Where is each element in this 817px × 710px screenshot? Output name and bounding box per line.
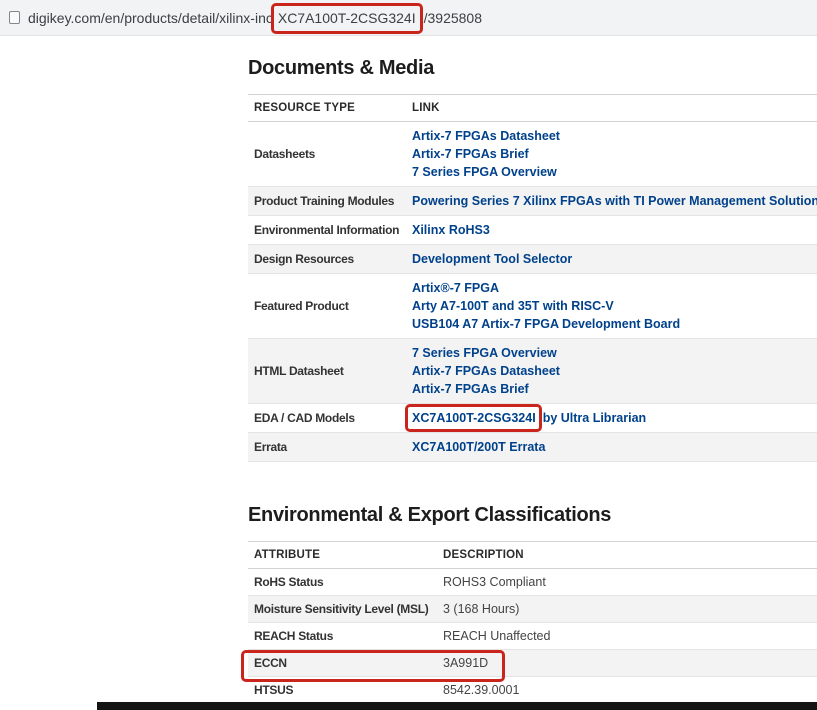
attribute-label: Moisture Sensitivity Level (MSL) bbox=[248, 596, 437, 622]
resource-type-label: HTML Datasheet bbox=[248, 358, 406, 384]
resource-type-label: EDA / CAD Models bbox=[248, 405, 406, 431]
eda-part-number: XC7A100T-2CSG324I bbox=[412, 411, 536, 425]
resource-type-label: Datasheets bbox=[248, 141, 406, 167]
link-artix7-fpga[interactable]: Artix®-7 FPGA bbox=[412, 280, 811, 296]
column-header-link: LINK bbox=[406, 95, 817, 121]
resource-type-label: Design Resources bbox=[248, 246, 406, 272]
link-eda-cad-model[interactable]: XC7A100T-2CSG324I by Ultra Librarian bbox=[412, 410, 811, 426]
page-content: Documents & Media RESOURCE TYPE LINK Dat… bbox=[248, 36, 817, 704]
table-row-product-training-modules: Product Training Modules Powering Series… bbox=[248, 187, 817, 216]
resource-type-label: Environmental Information bbox=[248, 217, 406, 243]
docs-table-body: Datasheets Artix-7 FPGAs Datasheet Artix… bbox=[248, 122, 817, 462]
table-row-featured-product: Featured Product Artix®-7 FPGA Arty A7-1… bbox=[248, 274, 817, 339]
link-7series-fpga-overview-html[interactable]: 7 Series FPGA Overview bbox=[412, 345, 811, 361]
attribute-label: HTSUS bbox=[248, 677, 437, 703]
resource-type-label: Featured Product bbox=[248, 293, 406, 319]
eda-link-annotation: XC7A100T-2CSG324I bbox=[412, 410, 536, 426]
link-errata[interactable]: XC7A100T/200T Errata bbox=[412, 439, 811, 455]
table-row-datasheets: Datasheets Artix-7 FPGAs Datasheet Artix… bbox=[248, 122, 817, 187]
link-cell: Development Tool Selector bbox=[406, 245, 817, 273]
env-table-body: RoHS Status ROHS3 Compliant Moisture Sen… bbox=[248, 569, 817, 704]
url-prefix: digikey.com/en/products/detail/xilinx-in… bbox=[28, 10, 273, 26]
link-xilinx-rohs3[interactable]: Xilinx RoHS3 bbox=[412, 222, 811, 238]
env-table-header-row: ATTRIBUTE DESCRIPTION bbox=[248, 541, 817, 569]
link-artix7-fpgas-datasheet[interactable]: Artix-7 FPGAs Datasheet bbox=[412, 128, 811, 144]
link-cell: Xilinx RoHS3 bbox=[406, 216, 817, 244]
attribute-value: 3A991D bbox=[437, 650, 817, 676]
table-row-html-datasheet: HTML Datasheet 7 Series FPGA Overview Ar… bbox=[248, 339, 817, 404]
link-cell: Powering Series 7 Xilinx FPGAs with TI P… bbox=[406, 187, 817, 215]
link-artix7-fpgas-datasheet-html[interactable]: Artix-7 FPGAs Datasheet bbox=[412, 363, 811, 379]
docs-table-header-row: RESOURCE TYPE LINK bbox=[248, 94, 817, 122]
link-arty-a7[interactable]: Arty A7-100T and 35T with RISC-V bbox=[412, 298, 811, 314]
environmental-export-table: ATTRIBUTE DESCRIPTION RoHS Status ROHS3 … bbox=[248, 541, 817, 704]
url-highlight-annotation: XC7A100T-2CSG324I bbox=[278, 10, 416, 26]
page-icon bbox=[9, 11, 20, 24]
documents-media-title: Documents & Media bbox=[248, 36, 817, 94]
link-artix7-fpgas-brief[interactable]: Artix-7 FPGAs Brief bbox=[412, 146, 811, 162]
column-header-resource-type: RESOURCE TYPE bbox=[248, 95, 406, 121]
attribute-label: ECCN bbox=[248, 650, 437, 676]
link-cell: XC7A100T/200T Errata bbox=[406, 433, 817, 461]
link-cell: Artix®-7 FPGA Arty A7-100T and 35T with … bbox=[406, 274, 817, 338]
attribute-value: 3 (168 Hours) bbox=[437, 596, 817, 622]
url-part-number: XC7A100T-2CSG324I bbox=[278, 10, 416, 26]
column-header-description: DESCRIPTION bbox=[437, 542, 817, 568]
browser-address-bar[interactable]: digikey.com/en/products/detail/xilinx-in… bbox=[0, 0, 817, 36]
resource-type-label: Product Training Modules bbox=[248, 188, 406, 214]
table-row-msl: Moisture Sensitivity Level (MSL) 3 (168 … bbox=[248, 596, 817, 623]
eda-link-suffix: by Ultra Librarian bbox=[543, 411, 647, 425]
attribute-value: REACH Unaffected bbox=[437, 623, 817, 649]
table-row-rohs-status: RoHS Status ROHS3 Compliant bbox=[248, 569, 817, 596]
table-row-design-resources: Design Resources Development Tool Select… bbox=[248, 245, 817, 274]
bottom-bar bbox=[97, 702, 817, 710]
url-text: digikey.com/en/products/detail/xilinx-in… bbox=[28, 10, 482, 26]
attribute-value: ROHS3 Compliant bbox=[437, 569, 817, 595]
environmental-export-title: Environmental & Export Classifications bbox=[248, 462, 817, 541]
link-cell: XC7A100T-2CSG324I by Ultra Librarian bbox=[406, 404, 817, 432]
table-row-htsus: HTSUS 8542.39.0001 bbox=[248, 677, 817, 704]
link-cell: 7 Series FPGA Overview Artix-7 FPGAs Dat… bbox=[406, 339, 817, 403]
table-row-errata: Errata XC7A100T/200T Errata bbox=[248, 433, 817, 462]
attribute-value: 8542.39.0001 bbox=[437, 677, 817, 703]
link-usb104-a7-board[interactable]: USB104 A7 Artix-7 FPGA Development Board bbox=[412, 316, 811, 332]
link-development-tool-selector[interactable]: Development Tool Selector bbox=[412, 251, 811, 267]
attribute-label: REACH Status bbox=[248, 623, 437, 649]
link-cell: Artix-7 FPGAs Datasheet Artix-7 FPGAs Br… bbox=[406, 122, 817, 186]
link-powering-series7-ti[interactable]: Powering Series 7 Xilinx FPGAs with TI P… bbox=[412, 193, 817, 209]
column-header-attribute: ATTRIBUTE bbox=[248, 542, 437, 568]
attribute-label: RoHS Status bbox=[248, 569, 437, 595]
resource-type-label: Errata bbox=[248, 434, 406, 460]
table-row-environmental-information: Environmental Information Xilinx RoHS3 bbox=[248, 216, 817, 245]
table-row-reach-status: REACH Status REACH Unaffected bbox=[248, 623, 817, 650]
documents-media-table: RESOURCE TYPE LINK Datasheets Artix-7 FP… bbox=[248, 94, 817, 462]
url-suffix: /3925808 bbox=[424, 10, 482, 26]
link-7series-fpga-overview[interactable]: 7 Series FPGA Overview bbox=[412, 164, 811, 180]
link-artix7-fpgas-brief-html[interactable]: Artix-7 FPGAs Brief bbox=[412, 381, 811, 397]
table-row-eda-cad-models: EDA / CAD Models XC7A100T-2CSG324I by Ult… bbox=[248, 404, 817, 433]
table-row-eccn: ECCN 3A991D bbox=[248, 650, 817, 677]
